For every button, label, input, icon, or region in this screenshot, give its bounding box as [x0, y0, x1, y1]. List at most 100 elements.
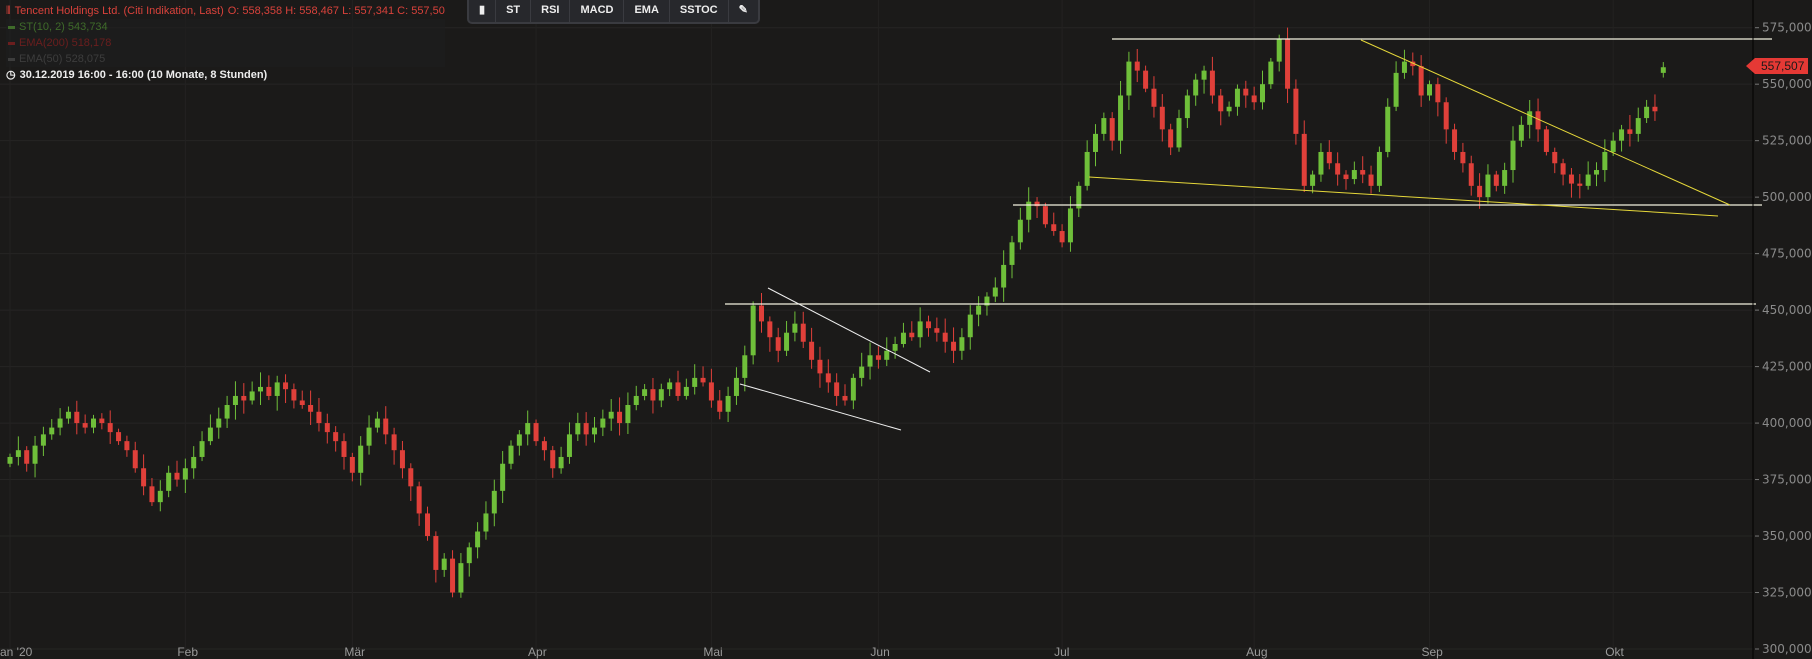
- candle-body: [408, 468, 414, 487]
- chart-legend: ⫴ Tencent Holdings Ltd. (Citi Indikation…: [6, 3, 445, 83]
- y-tick-label: 450,000: [1762, 303, 1812, 317]
- candle-body: [99, 418, 105, 424]
- trendline-drawings[interactable]: [725, 38, 1772, 431]
- candle-body: [1452, 129, 1458, 152]
- candle-body: [575, 423, 581, 435]
- candle-body: [759, 305, 764, 322]
- candle: [792, 311, 798, 342]
- candle: [951, 327, 957, 363]
- candle-body: [1527, 111, 1533, 125]
- candle: [859, 352, 865, 387]
- rsi-button[interactable]: RSI: [531, 0, 571, 22]
- candle: [558, 446, 564, 474]
- candle-body: [959, 337, 965, 351]
- candle-body: [1193, 79, 1199, 96]
- candle-body: [1067, 208, 1073, 243]
- clock-icon: ◷: [6, 69, 16, 81]
- candle: [383, 406, 389, 445]
- candle: [926, 315, 931, 337]
- candle: [658, 383, 664, 408]
- candle: [1001, 250, 1007, 302]
- candle-body: [834, 382, 840, 396]
- candle-body: [1243, 88, 1249, 96]
- candle: [1376, 146, 1382, 192]
- descending-trendline[interactable]: [1360, 39, 1731, 206]
- indicator-ema50[interactable]: EMA(50) 528,075: [6, 51, 445, 67]
- price-chart[interactable]: 575,000 550,000 525,000 500,000 475,000 450,0…: [0, 0, 1812, 659]
- candle-body: [742, 355, 748, 378]
- candle-body: [1351, 170, 1357, 180]
- indicator-st[interactable]: ST(10, 2) 543,734: [6, 19, 445, 35]
- candle: [249, 381, 255, 405]
- candle: [191, 446, 197, 479]
- indicator-ema200[interactable]: EMA(200) 518,178: [6, 35, 445, 51]
- candle-body: [383, 418, 389, 435]
- candle: [1552, 147, 1558, 174]
- candle: [408, 463, 414, 501]
- candle: [1577, 174, 1583, 199]
- y-tick-label: 550,000: [1762, 77, 1812, 91]
- candle-body: [1260, 84, 1265, 103]
- candle: [141, 454, 147, 496]
- candle-body: [1226, 106, 1232, 112]
- lower-trendline[interactable]: [1088, 176, 1719, 217]
- candle-body: [992, 287, 998, 297]
- chart-container[interactable]: 575,000 550,000 525,000 500,000 475,000 450,0…: [0, 0, 1812, 659]
- candle: [934, 317, 940, 342]
- candle-body: [1093, 133, 1098, 152]
- candle: [516, 430, 522, 456]
- candle: [149, 478, 155, 506]
- candle-body: [1318, 151, 1324, 175]
- y-tick-label: 400,000: [1762, 416, 1812, 430]
- candle-body: [1385, 106, 1391, 152]
- candle: [667, 378, 673, 397]
- candle-body: [1485, 174, 1491, 198]
- candle-body: [700, 377, 706, 383]
- candle: [1201, 65, 1207, 94]
- candle-body: [1059, 231, 1065, 243]
- channel-upper-line[interactable]: [767, 287, 931, 373]
- candle: [1568, 168, 1574, 198]
- candle-body: [508, 445, 514, 464]
- candle-body: [1435, 84, 1441, 103]
- candle: [349, 452, 355, 482]
- candle: [1260, 70, 1265, 110]
- candle: [232, 381, 238, 420]
- candle-body: [308, 404, 314, 412]
- candle: [733, 367, 739, 405]
- candle: [1652, 94, 1658, 121]
- candle: [366, 415, 372, 455]
- candle: [900, 322, 906, 348]
- candle-body: [1184, 95, 1190, 119]
- bookmark-icon: ▮: [479, 4, 486, 16]
- macd-button[interactable]: MACD: [570, 0, 625, 22]
- candle-body: [867, 355, 873, 367]
- candle-body: [224, 404, 230, 419]
- candle: [99, 413, 105, 430]
- candle: [1234, 84, 1240, 116]
- candle-body: [232, 395, 238, 405]
- candle: [266, 375, 272, 401]
- sstoc-button[interactable]: SSTOC: [670, 0, 729, 22]
- candle-body: [850, 377, 856, 401]
- candle: [1518, 116, 1524, 147]
- candle-body: [1360, 170, 1366, 175]
- candle: [1452, 123, 1458, 160]
- candle-body: [1268, 61, 1274, 85]
- ema-button[interactable]: EMA: [624, 0, 670, 22]
- bookmark-button[interactable]: ▮: [469, 0, 497, 22]
- candle-body: [1209, 70, 1215, 96]
- candle-body: [516, 434, 522, 446]
- candle-body: [817, 359, 823, 374]
- candle-body: [976, 305, 982, 315]
- draw-tool-button[interactable]: ✎: [729, 0, 758, 22]
- x-tick-label: Mai: [703, 645, 722, 659]
- y-tick-label: 375,000: [1762, 473, 1812, 487]
- candle: [91, 414, 96, 434]
- st-button[interactable]: ST: [496, 0, 532, 22]
- candle-body: [1660, 67, 1666, 73]
- candle-body: [65, 411, 71, 419]
- candle: [976, 296, 982, 327]
- last-price-badge: 557,507: [1745, 58, 1809, 74]
- candle-body: [1510, 140, 1516, 171]
